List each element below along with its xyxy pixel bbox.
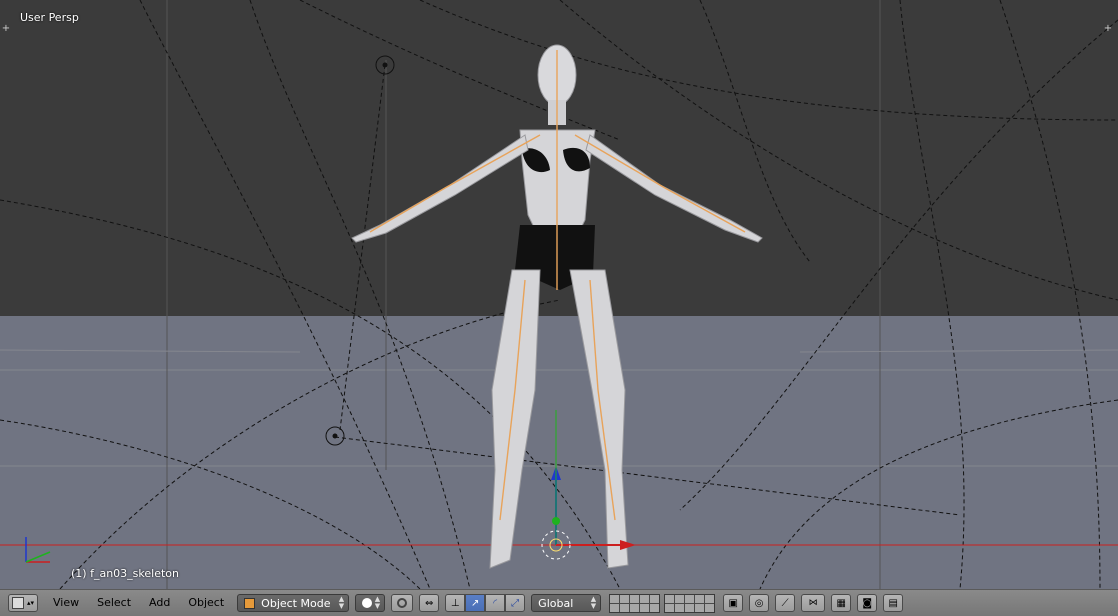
chevron-updown-icon: ▲ ▼ — [338, 595, 345, 610]
clapper-icon: ▤ — [888, 597, 898, 609]
translate-manipulator-button[interactable]: ⊥ — [445, 594, 466, 612]
axes-icon: ⊥ — [450, 597, 460, 609]
snap-magnet-icon: ⟋ — [781, 597, 789, 609]
menu-view[interactable]: View — [44, 593, 88, 613]
menu-add[interactable]: Add — [140, 593, 179, 613]
pivot-point-dropdown[interactable] — [391, 594, 414, 612]
menu-object[interactable]: Object — [179, 593, 233, 613]
rotate-arc-icon: ◜ — [493, 597, 498, 609]
arrow-icon: ↗ — [470, 597, 480, 609]
mode-dropdown[interactable]: Object Mode ▲ ▼ — [237, 594, 350, 612]
transform-orientation-dropdown[interactable]: Global ▲ ▼ — [531, 594, 602, 612]
animation-render-button[interactable]: ▤ — [883, 594, 904, 612]
menu-select[interactable]: Select — [88, 593, 140, 613]
chevron-updown-icon: ▲ ▼ — [590, 595, 597, 610]
scale-icon: ⤢ — [511, 597, 520, 609]
viewport-scene — [0, 0, 1118, 589]
move-arrow-button[interactable]: ↗ — [465, 594, 486, 612]
3d-view-header: ▴▾ View Select Add Object Object Mode ▲ ▼… — [0, 589, 1118, 616]
proportional-edit-button[interactable]: ◎ — [749, 594, 770, 612]
active-object-info: (1) f_an03_skeleton — [71, 567, 179, 580]
snap-toggle-button[interactable]: ⟋ — [775, 594, 796, 612]
layers-group-1[interactable] — [609, 593, 661, 613]
chevron-updown-icon: ▲ ▼ — [374, 595, 381, 610]
region-split-plus-icon-left[interactable]: + — [1, 24, 11, 34]
manipulator-mode-group: ⊥ ↗ ◜ ⤢ — [445, 594, 526, 612]
lock-layers-button[interactable]: ▣ — [723, 594, 744, 612]
object-mode-cube-icon — [244, 597, 256, 609]
3d-view-cube-icon — [11, 597, 24, 609]
chevron-updown-icon: ▴▾ — [26, 599, 35, 607]
editor-type-button[interactable]: ▴▾ — [8, 594, 38, 612]
scale-button[interactable]: ⤢ — [505, 594, 526, 612]
orientation-label: Global — [538, 596, 574, 610]
manipulator-icon: ⇔ — [424, 597, 434, 609]
onion-icon: ⋈ — [808, 598, 818, 608]
render-button[interactable]: ▦ — [831, 594, 852, 612]
solid-sphere-icon — [362, 598, 373, 608]
manipulator-toggle[interactable]: ⇔ — [419, 594, 440, 612]
view-name-label: User Persp — [20, 11, 79, 24]
camera-render-button[interactable]: ◙ — [857, 594, 878, 612]
3d-viewport[interactable]: User Persp (1) f_an03_skeleton + + — [0, 0, 1118, 589]
region-split-plus-icon-right[interactable]: + — [1103, 24, 1113, 34]
snap-element-dropdown[interactable]: ⋈ — [801, 594, 826, 612]
proportional-edit-icon: ◎ — [754, 597, 764, 609]
camera-icon: ◙ — [862, 597, 873, 609]
layer-lock-icon: ▣ — [728, 597, 738, 609]
render-icon: ▦ — [836, 597, 846, 609]
mode-label: Object Mode — [261, 596, 331, 610]
rotate-button[interactable]: ◜ — [485, 594, 506, 612]
layers-group-2[interactable] — [664, 593, 716, 613]
viewport-shading-dropdown[interactable]: ▲ ▼ — [355, 594, 386, 612]
pivot-point-icon — [397, 598, 408, 608]
